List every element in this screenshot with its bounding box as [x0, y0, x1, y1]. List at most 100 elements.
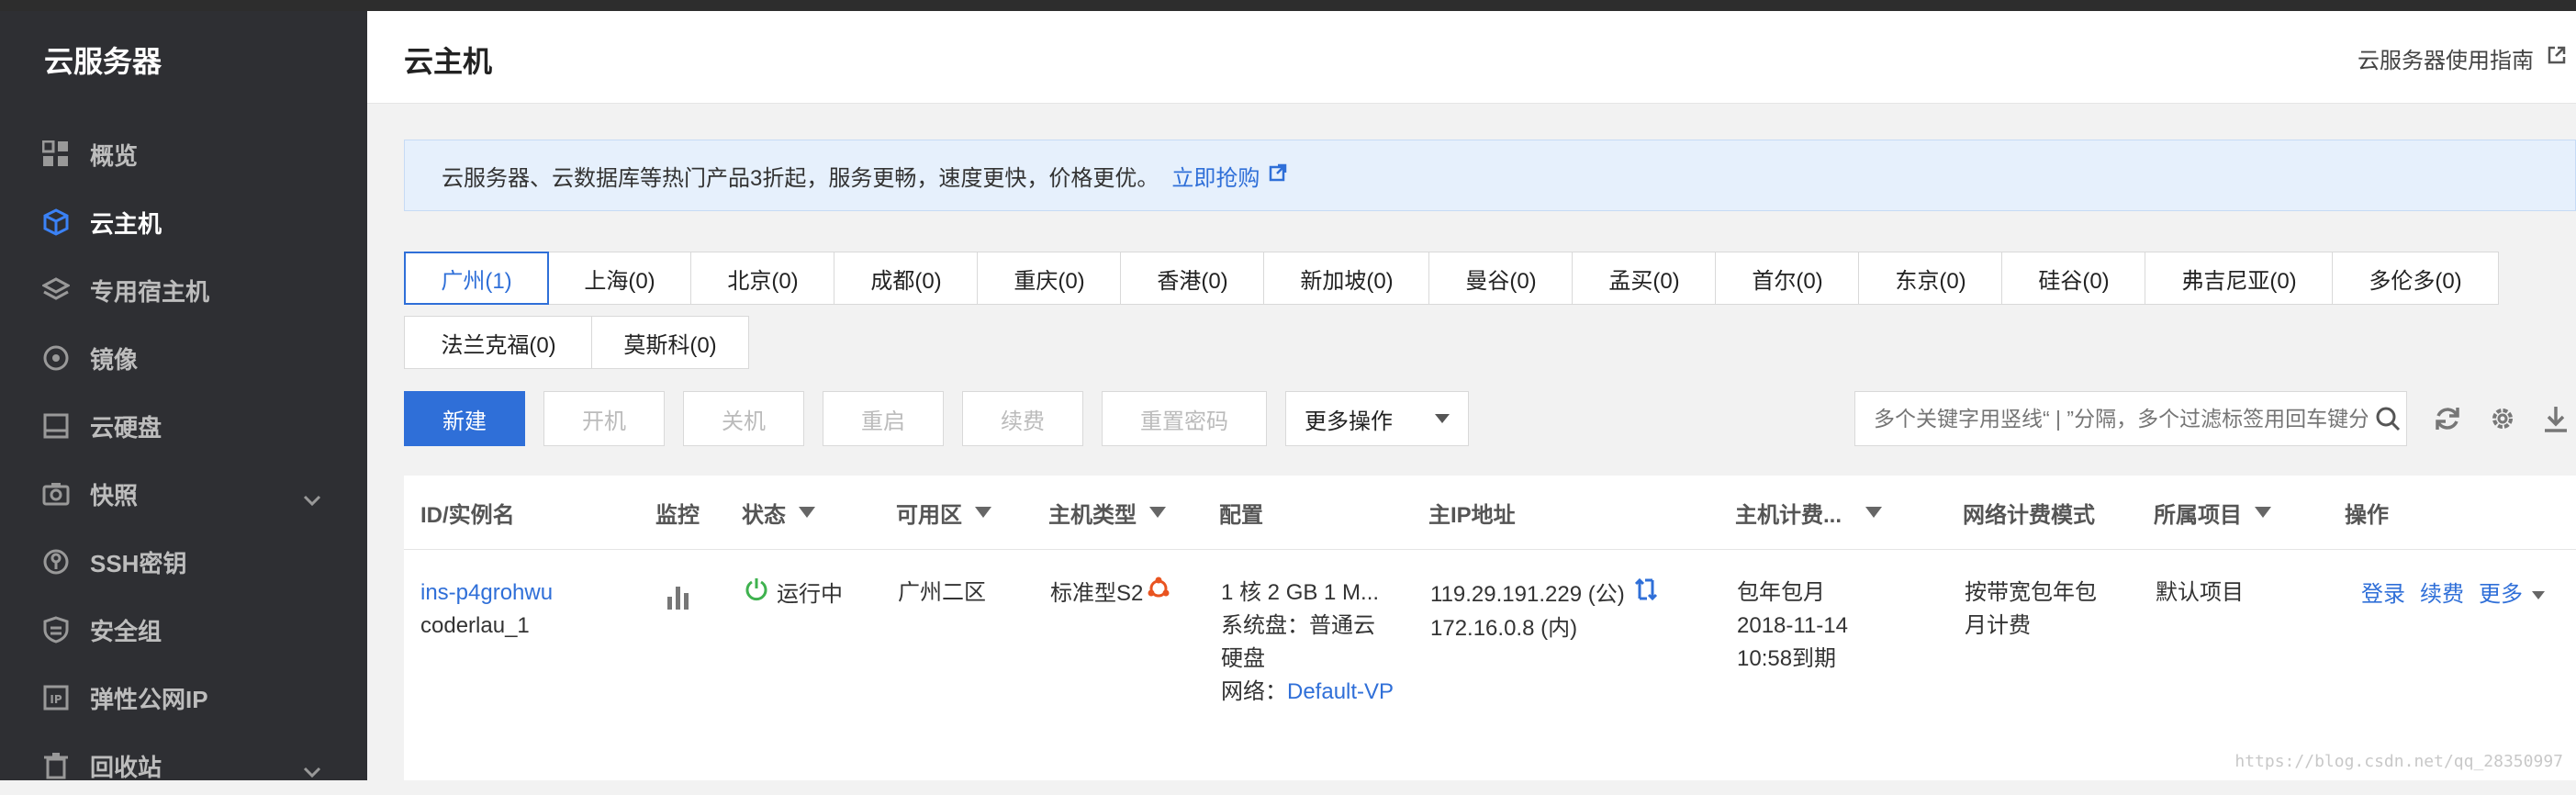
refresh-icon[interactable] [2431, 402, 2464, 435]
external-link-icon [1269, 162, 1287, 188]
caret-down-icon [1435, 414, 1450, 423]
stop-button[interactable]: 关机 [683, 391, 804, 446]
region-tab-chengdu[interactable]: 成都(0) [834, 252, 979, 305]
public-ip: 119.29.191.229 (公) [1430, 581, 1625, 607]
filter-icon[interactable] [799, 507, 815, 518]
reset-password-button[interactable]: 重置密码 [1102, 391, 1267, 446]
camera-icon [40, 478, 72, 509]
sidebar-item-recycle-bin[interactable]: 回收站 [0, 736, 367, 795]
sidebar-item-ssh-key[interactable]: SSH密钥 [0, 532, 367, 591]
start-button[interactable]: 开机 [543, 391, 665, 446]
column-header-config: 配置 [1219, 502, 1263, 528]
cube-icon [40, 207, 72, 238]
region-tab-shanghai[interactable]: 上海(0) [547, 252, 692, 305]
instance-id-link[interactable]: ins-p4grohwu [420, 577, 553, 610]
more-actions-dropdown[interactable]: 更多操作 [1285, 391, 1469, 446]
instance-name: coderlau_1 [420, 613, 530, 638]
sidebar-item-label: 概览 [90, 141, 139, 170]
region-tab-moscow[interactable]: 莫斯科(0) [591, 316, 749, 369]
region-tab-mumbai[interactable]: 孟买(0) [1572, 252, 1717, 305]
sidebar-item-overview[interactable]: 概览 [0, 125, 367, 184]
shield-icon [40, 614, 72, 645]
config-system-disk: 系统盘：普通云 [1221, 613, 1375, 638]
restart-button[interactable]: 重启 [823, 391, 944, 446]
sidebar-item-snapshot[interactable]: 快照 [0, 465, 367, 523]
type-cell: 标准型S2 [1050, 577, 1170, 610]
region-tab-hongkong[interactable]: 香港(0) [1120, 252, 1265, 305]
column-header-ops: 操作 [2345, 502, 2389, 528]
region-tab-singapore[interactable]: 新加坡(0) [1263, 252, 1430, 305]
billing-cell: 包年包月 2018-11-14 10:58到期 [1737, 577, 1848, 676]
ubuntu-icon [1147, 577, 1170, 610]
column-header-type: 主机类型 [1048, 476, 1166, 549]
zone-cell: 广州二区 [898, 580, 986, 605]
region-tab-seoul[interactable]: 首尔(0) [1715, 252, 1860, 305]
renew-button[interactable]: 续费 [962, 391, 1083, 446]
type-label: 标准型S2 [1050, 580, 1144, 606]
watermark: https://blog.csdn.net/qq_28350997 [2234, 752, 2563, 771]
chevron-down-icon[interactable] [303, 756, 321, 785]
search-box [1854, 391, 2407, 446]
region-tab-bangkok[interactable]: 曼谷(0) [1428, 252, 1574, 305]
search-input[interactable] [1855, 405, 2369, 432]
usage-guide-link[interactable]: 云服务器使用指南 [2358, 42, 2567, 74]
gear-icon[interactable] [2486, 402, 2519, 435]
instance-toolbar: 新建 开机 关机 重启 续费 重置密码 更多操作 [404, 391, 2576, 446]
instance-id-cell: ins-p4grohwu coderlau_1 [420, 577, 553, 643]
region-tab-virginia[interactable]: 弗吉尼亚(0) [2145, 252, 2334, 305]
sidebar-item-cvm[interactable]: 云主机 [0, 193, 367, 252]
region-tab-beijing[interactable]: 北京(0) [690, 252, 835, 305]
grid-icon [40, 139, 72, 170]
download-icon[interactable] [2539, 402, 2572, 435]
network-link[interactable]: Default-VP [1287, 679, 1394, 704]
region-tab-chongqing[interactable]: 重庆(0) [977, 252, 1122, 305]
key-icon [40, 546, 72, 577]
sidebar: 云服务器 概览 云主机 专用宿主机 镜像 云硬盘 快照 SSH密钥 安全组 IP… [0, 11, 367, 781]
more-ops-dropdown[interactable]: 更多 [2479, 578, 2545, 611]
search-icon[interactable] [2369, 406, 2406, 431]
net-billing-line2: 月计费 [1965, 613, 2031, 638]
sidebar-item-security-group[interactable]: 安全组 [0, 600, 367, 659]
renew-link[interactable]: 续费 [2420, 578, 2464, 611]
sidebar-item-label: 快照 [90, 481, 139, 509]
chevron-down-icon[interactable] [303, 485, 321, 513]
sidebar-item-dedicated-host[interactable]: 专用宿主机 [0, 261, 367, 319]
region-tab-toronto[interactable]: 多伦多(0) [2332, 252, 2499, 305]
filter-icon[interactable] [1149, 507, 1166, 518]
ip-cell: 119.29.191.229 (公) 172.16.0.8 (内) [1430, 577, 1658, 645]
region-tab-guangzhou[interactable]: 广州(1) [404, 252, 549, 305]
region-tab-silicon-valley[interactable]: 硅谷(0) [2001, 252, 2146, 305]
filter-icon[interactable] [2255, 507, 2271, 518]
promo-text: 云服务器、云数据库等热门产品3折起，服务更畅，速度更快，价格更优。 [442, 165, 1159, 191]
main-content: 云主机 云服务器使用指南 云服务器、云数据库等热门产品3折起，服务更畅，速度更快… [367, 11, 2576, 780]
sidebar-item-label: 云主机 [90, 209, 162, 238]
login-link[interactable]: 登录 [2361, 578, 2405, 611]
instance-table: ID/实例名 监控 状态 可用区 主机类型 配置 主IP地址 主机计费... 网… [404, 476, 2576, 780]
status-cell: 运行中 [744, 577, 843, 612]
region-tab-frankfurt[interactable]: 法兰克福(0) [404, 316, 593, 369]
page-header: 云主机 云服务器使用指南 [367, 11, 2576, 104]
column-header-project: 所属项目 [2154, 476, 2271, 549]
sidebar-item-image[interactable]: 镜像 [0, 329, 367, 387]
region-tab-tokyo[interactable]: 东京(0) [1858, 252, 2003, 305]
filter-icon[interactable] [975, 507, 991, 518]
project-cell: 默认项目 [2156, 580, 2244, 605]
power-icon [744, 577, 769, 612]
bar-chart-icon[interactable] [665, 584, 692, 620]
net-billing-line1: 按带宽包年包 [1965, 580, 2097, 605]
top-bar [0, 0, 2576, 11]
config-spec: 1 核 2 GB 1 M... [1221, 580, 1380, 605]
promo-link[interactable]: 立即抢购 [1171, 160, 1287, 192]
column-header-monitor: 监控 [655, 502, 700, 528]
sidebar-item-cloud-disk[interactable]: 云硬盘 [0, 397, 367, 455]
sidebar-item-eip[interactable]: IP 弹性公网IP [0, 668, 367, 727]
config-cell: 1 核 2 GB 1 M... 系统盘：普通云 硬盘 网络：Default-VP [1221, 577, 1394, 709]
column-header-id: ID/实例名 [420, 502, 515, 528]
new-instance-button[interactable]: 新建 [404, 391, 525, 446]
column-header-status: 状态 [742, 476, 815, 549]
disc-icon [40, 342, 72, 374]
config-system-disk-cont: 硬盘 [1221, 646, 1265, 671]
billing-date: 2018-11-14 [1737, 613, 1848, 638]
ip-switch-icon[interactable] [1634, 577, 1658, 612]
filter-icon[interactable] [1865, 507, 1883, 518]
